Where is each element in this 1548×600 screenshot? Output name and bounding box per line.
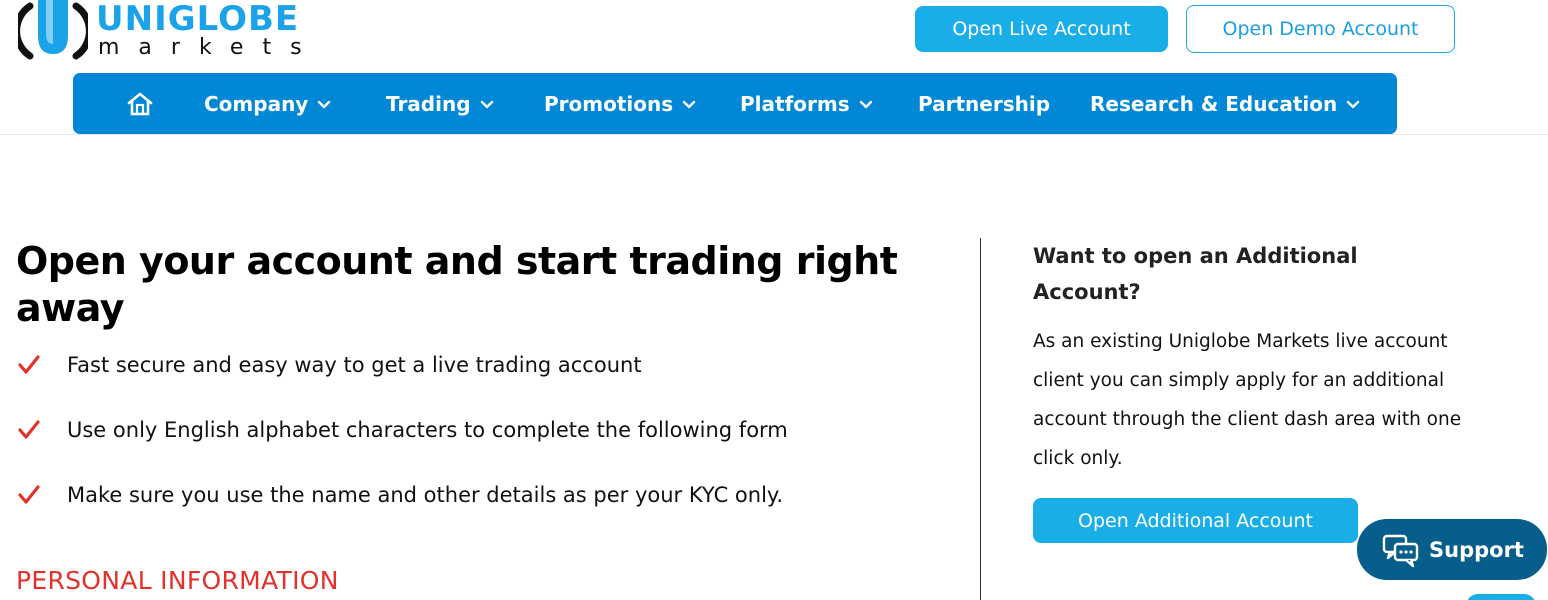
logo-mark-icon [18,0,88,60]
open-additional-account-button[interactable]: Open Additional Account [1033,498,1358,543]
checkmark-icon [18,355,40,374]
nav-item-promotions[interactable]: Promotions [544,73,696,134]
sidebar-text: As an existing Uniglobe Markets live acc… [1033,331,1462,469]
nav-item-trading[interactable]: Trading [386,73,494,134]
site-header: UNIGLOBE markets Open Live Account Open … [0,0,1548,135]
list-item: Make sure you use the name and other det… [18,480,783,510]
support-button[interactable]: Support [1357,519,1547,580]
open-demo-account-button[interactable]: Open Demo Account [1186,5,1455,53]
page-title: Open your account and start trading righ… [16,239,898,330]
scroll-to-top-button[interactable] [1466,594,1536,600]
home-icon[interactable] [125,90,155,118]
nav-item-label: Company [204,91,309,116]
open-live-account-button[interactable]: Open Live Account [915,6,1168,52]
nav-item-research-education[interactable]: Research & Education [1090,73,1360,134]
list-item: Fast secure and easy way to get a live t… [18,350,642,380]
chevron-down-icon [480,100,493,108]
checkmark-icon [18,420,40,439]
support-label: Support [1429,537,1524,562]
nav-item-partnership[interactable]: Partnership [918,73,1050,134]
chevron-down-icon [682,100,696,108]
column-divider [980,238,981,600]
logo[interactable]: UNIGLOBE markets [18,0,358,66]
main-nav: Company Trading Promotions Platforms Par… [73,73,1397,134]
checkmark-icon [18,485,40,504]
nav-item-platforms[interactable]: Platforms [740,73,873,134]
chevron-down-icon [318,100,331,108]
section-heading-personal-information: PERSONAL INFORMATION [16,566,339,595]
logo-subtitle: markets [98,35,321,60]
bullet-text: Use only English alphabet characters to … [67,418,788,442]
list-item: Use only English alphabet characters to … [18,415,788,445]
nav-item-label: Trading [386,91,471,116]
chevron-down-icon [859,100,872,108]
bullet-text: Make sure you use the name and other det… [67,483,784,507]
chat-icon [1382,534,1419,567]
nav-item-label: Platforms [740,91,850,116]
nav-item-company[interactable]: Company [204,73,331,134]
nav-item-label: Partnership [918,91,1051,116]
sidebar-title: Want to open an Additional Account? [1033,244,1358,304]
chevron-down-icon [1347,100,1360,108]
nav-item-label: Promotions [544,91,674,116]
nav-item-label: Research & Education [1090,91,1338,116]
logo-wordmark: UNIGLOBE [96,0,300,39]
bullet-text: Fast secure and easy way to get a live t… [67,353,642,377]
